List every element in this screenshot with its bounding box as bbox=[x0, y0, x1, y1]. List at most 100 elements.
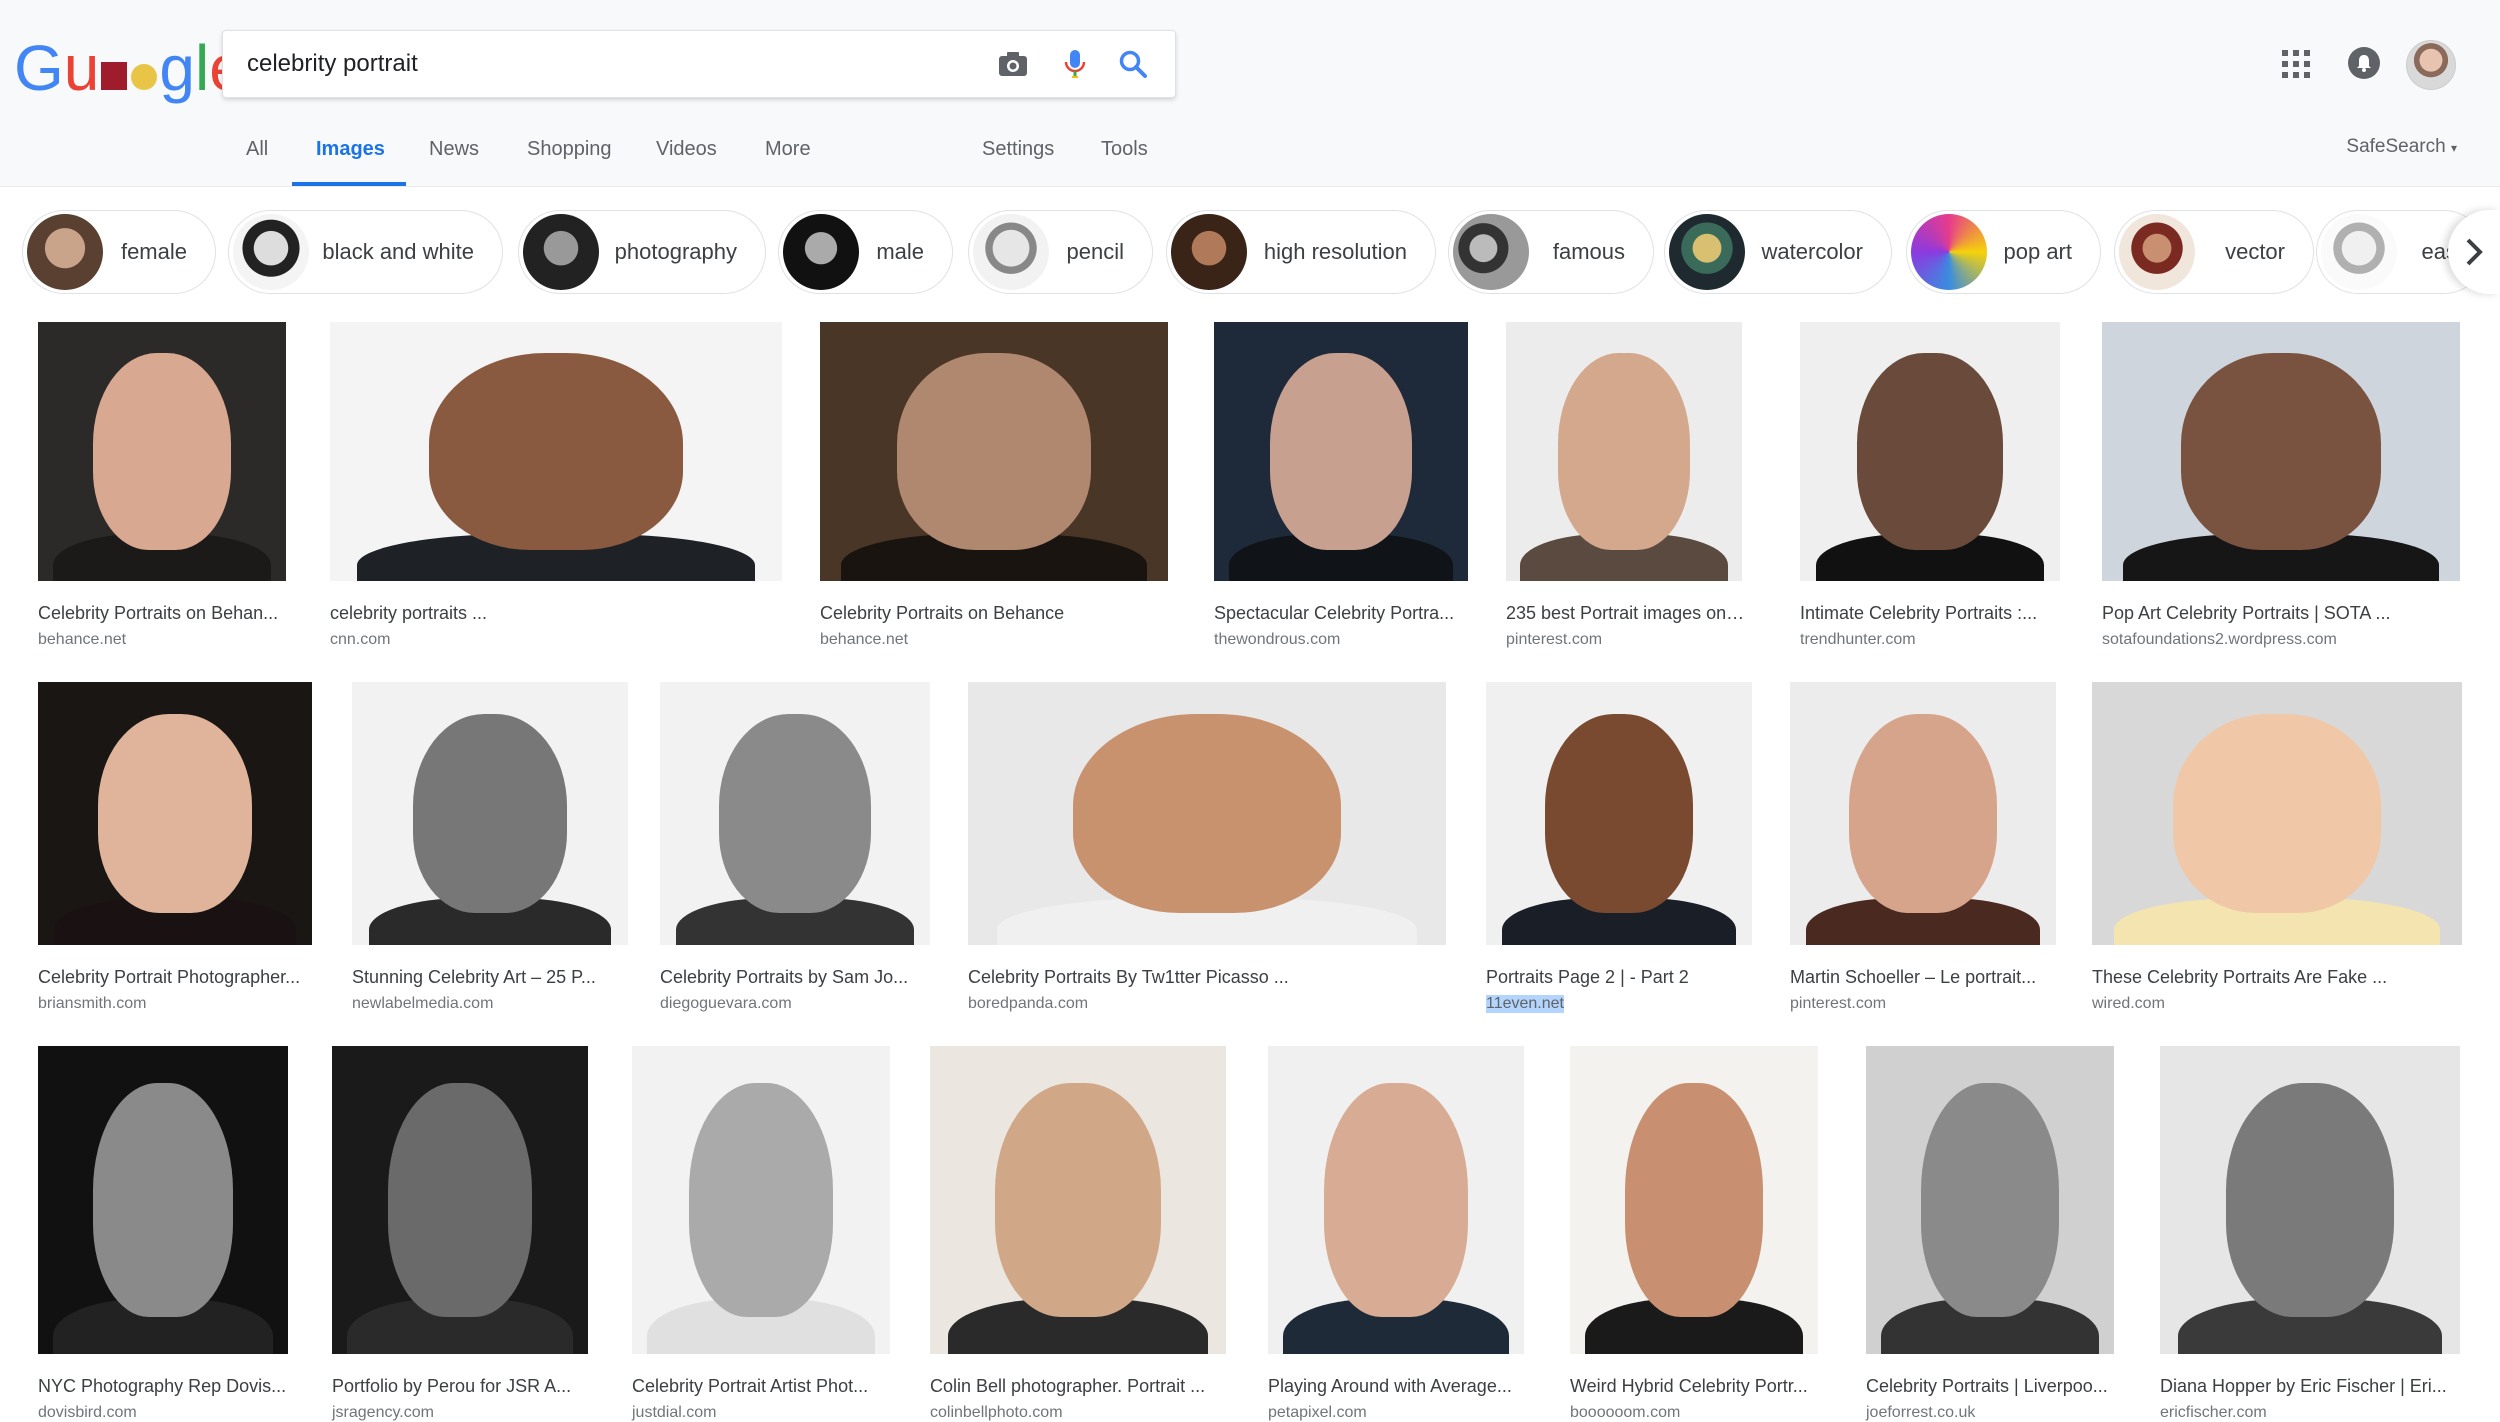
result-title[interactable]: NYC Photography Rep Dovis... bbox=[38, 1376, 288, 1397]
result-thumbnail[interactable] bbox=[1214, 322, 1468, 581]
tab-videos[interactable]: Videos bbox=[656, 138, 717, 161]
chip-label: pop art bbox=[2003, 239, 2073, 264]
result-thumbnail[interactable] bbox=[1268, 1046, 1524, 1354]
chip-photography[interactable]: photography bbox=[518, 210, 766, 294]
result-title[interactable]: Celebrity Portraits | Liverpoo... bbox=[1866, 1376, 2114, 1397]
thumbnail-face bbox=[995, 1082, 1161, 1318]
tab-settings[interactable]: Settings bbox=[982, 138, 1054, 161]
result-site[interactable]: behance.net bbox=[38, 631, 126, 649]
result-thumbnail[interactable] bbox=[1866, 1046, 2114, 1354]
tab-tools[interactable]: Tools bbox=[1101, 138, 1148, 161]
tab-more[interactable]: More bbox=[765, 138, 811, 161]
chip-pop-art[interactable]: pop art bbox=[1906, 210, 2101, 294]
chip-pencil[interactable]: pencil bbox=[968, 210, 1153, 294]
result-site[interactable]: briansmith.com bbox=[38, 995, 146, 1013]
result-thumbnail[interactable] bbox=[1570, 1046, 1818, 1354]
result-site[interactable]: sotafoundations2.wordpress.com bbox=[2102, 631, 2337, 649]
tab-images[interactable]: Images bbox=[316, 138, 385, 161]
tab-all[interactable]: All bbox=[246, 138, 268, 161]
result-thumbnail[interactable] bbox=[1800, 322, 2060, 581]
result-site[interactable]: cnn.com bbox=[330, 631, 390, 649]
result-title[interactable]: Celebrity Portraits By Tw1tter Picasso .… bbox=[968, 967, 1446, 988]
result-site[interactable]: trendhunter.com bbox=[1800, 631, 1916, 649]
tab-shopping[interactable]: Shopping bbox=[527, 138, 612, 161]
chip-thumbnail bbox=[2321, 214, 2397, 290]
search-icon[interactable] bbox=[1113, 44, 1153, 84]
result-title[interactable]: Portraits Page 2 | - Part 2 bbox=[1486, 967, 1752, 988]
result-site[interactable]: joeforrest.co.uk bbox=[1866, 1404, 1975, 1422]
chip-black-and-white[interactable]: black and white bbox=[228, 210, 503, 294]
result-thumbnail[interactable] bbox=[2160, 1046, 2460, 1354]
result-thumbnail[interactable] bbox=[930, 1046, 1226, 1354]
result-site[interactable]: petapixel.com bbox=[1268, 1404, 1367, 1422]
result-site[interactable]: pinterest.com bbox=[1506, 631, 1602, 649]
google-logo[interactable]: G u g l e bbox=[14, 28, 245, 108]
result-thumbnail[interactable] bbox=[352, 682, 628, 945]
result-thumbnail[interactable] bbox=[968, 682, 1446, 945]
result-title[interactable]: Celebrity Portraits on Behance bbox=[820, 603, 1168, 624]
search-input[interactable] bbox=[245, 45, 949, 83]
camera-icon[interactable] bbox=[993, 44, 1033, 84]
result-site[interactable]: dovisbird.com bbox=[38, 1404, 137, 1422]
result-site[interactable]: pinterest.com bbox=[1790, 995, 1886, 1013]
result-thumbnail[interactable] bbox=[632, 1046, 890, 1354]
result-title[interactable]: Diana Hopper by Eric Fischer | Eri... bbox=[2160, 1376, 2460, 1397]
result-thumbnail[interactable] bbox=[820, 322, 1168, 581]
result-title[interactable]: celebrity portraits ... bbox=[330, 603, 782, 624]
result-title[interactable]: Spectacular Celebrity Portra... bbox=[1214, 603, 1468, 624]
result-title[interactable]: Celebrity Portraits by Sam Jo... bbox=[660, 967, 930, 988]
header-bar: G u g l e All Images News Shopping Video… bbox=[0, 0, 2500, 186]
result-title[interactable]: Pop Art Celebrity Portraits | SOTA ... bbox=[2102, 603, 2460, 624]
result-site[interactable]: wired.com bbox=[2092, 995, 2165, 1013]
result-title[interactable]: Stunning Celebrity Art – 25 P... bbox=[352, 967, 628, 988]
result-title[interactable]: Martin Schoeller – Le portrait... bbox=[1790, 967, 2056, 988]
microphone-icon[interactable] bbox=[1055, 44, 1095, 84]
result-site[interactable]: diegoguevara.com bbox=[660, 995, 792, 1013]
chip-famous[interactable]: famous bbox=[1448, 210, 1654, 294]
chip-vector[interactable]: vector bbox=[2114, 210, 2314, 294]
result-thumbnail[interactable] bbox=[2102, 322, 2460, 581]
apps-grid-icon[interactable] bbox=[2282, 50, 2310, 78]
result-thumbnail[interactable] bbox=[330, 322, 782, 581]
result-thumbnail[interactable] bbox=[332, 1046, 588, 1354]
chip-high-resolution[interactable]: high resolution bbox=[1166, 210, 1436, 294]
chip-thumbnail bbox=[1171, 214, 1247, 290]
safesearch-dropdown[interactable]: SafeSearch ▾ bbox=[2346, 136, 2457, 158]
tab-news[interactable]: News bbox=[429, 138, 479, 161]
result-site[interactable]: boredpanda.com bbox=[968, 995, 1088, 1013]
result-site[interactable]: ericfischer.com bbox=[2160, 1404, 2267, 1422]
result-site[interactable]: thewondrous.com bbox=[1214, 631, 1340, 649]
chip-female[interactable]: female bbox=[22, 210, 216, 294]
result-thumbnail[interactable] bbox=[1506, 322, 1742, 581]
thumbnail-face bbox=[719, 713, 871, 914]
result-title[interactable]: Playing Around with Average... bbox=[1268, 1376, 1524, 1397]
search-box[interactable] bbox=[222, 30, 1176, 98]
result-title[interactable]: Weird Hybrid Celebrity Portr... bbox=[1570, 1376, 1818, 1397]
result-thumbnail[interactable] bbox=[660, 682, 930, 945]
result-site[interactable]: boooooom.com bbox=[1570, 1404, 1680, 1422]
result-site[interactable]: justdial.com bbox=[632, 1404, 716, 1422]
result-thumbnail[interactable] bbox=[2092, 682, 2462, 945]
result-thumbnail[interactable] bbox=[1790, 682, 2056, 945]
result-title[interactable]: Celebrity Portrait Artist Phot... bbox=[632, 1376, 890, 1397]
result-site[interactable]: newlabelmedia.com bbox=[352, 995, 493, 1013]
result-title[interactable]: These Celebrity Portraits Are Fake ... bbox=[2092, 967, 2462, 988]
notifications-bell-icon[interactable] bbox=[2348, 47, 2380, 79]
chip-male[interactable]: male bbox=[778, 210, 953, 294]
chip-watercolor[interactable]: watercolor bbox=[1664, 210, 1892, 294]
result-thumbnail[interactable] bbox=[38, 682, 312, 945]
result-thumbnail[interactable] bbox=[38, 1046, 288, 1354]
result-title[interactable]: Colin Bell photographer. Portrait ... bbox=[930, 1376, 1226, 1397]
result-site[interactable]: 11even.net bbox=[1486, 995, 1564, 1013]
result-site[interactable]: jsragency.com bbox=[332, 1404, 434, 1422]
result-thumbnail[interactable] bbox=[38, 322, 286, 581]
result-title[interactable]: 235 best Portrait images on ... bbox=[1506, 603, 1746, 624]
result-title[interactable]: Celebrity Portraits on Behan... bbox=[38, 603, 286, 624]
account-avatar[interactable] bbox=[2406, 40, 2456, 90]
result-site[interactable]: colinbellphoto.com bbox=[930, 1404, 1063, 1422]
result-title[interactable]: Celebrity Portrait Photographer... bbox=[38, 967, 312, 988]
result-title[interactable]: Intimate Celebrity Portraits :... bbox=[1800, 603, 2060, 624]
result-title[interactable]: Portfolio by Perou for JSR A... bbox=[332, 1376, 588, 1397]
result-thumbnail[interactable] bbox=[1486, 682, 1752, 945]
result-site[interactable]: behance.net bbox=[820, 631, 908, 649]
